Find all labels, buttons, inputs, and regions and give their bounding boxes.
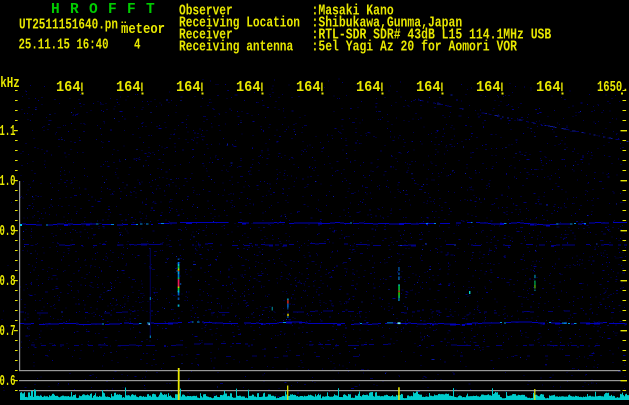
svg-text:164: 164 [176, 80, 201, 96]
svg-text:F: F [127, 2, 136, 18]
svg-text:164: 164 [416, 80, 441, 96]
svg-text:O: O [89, 2, 98, 18]
svg-text:R: R [70, 2, 79, 18]
svg-text:Receiving antenna: Receiving antenna [179, 40, 293, 56]
svg-text:1.0: 1.0 [0, 174, 15, 190]
svg-text:164: 164 [116, 80, 141, 96]
svg-text:164: 164 [56, 80, 81, 96]
svg-text:164: 164 [536, 80, 561, 96]
svg-text:164: 164 [476, 80, 501, 96]
svg-text:0.7: 0.7 [0, 324, 15, 340]
svg-text:164: 164 [236, 80, 261, 96]
svg-text:0.6: 0.6 [0, 374, 15, 390]
svg-text:H: H [51, 2, 60, 18]
svg-text:T: T [146, 2, 155, 18]
svg-text:0.9: 0.9 [0, 224, 15, 240]
svg-text:25.11.15 16:40: 25.11.15 16:40 [19, 38, 109, 54]
svg-text:164: 164 [296, 80, 321, 96]
svg-text:meteor: meteor [121, 22, 165, 38]
svg-text:kHz: kHz [0, 76, 20, 92]
svg-text::5el Yagi Az 20 for Aomori VOR: :5el Yagi Az 20 for Aomori VOR [312, 40, 518, 56]
svg-text:F: F [108, 2, 117, 18]
svg-text:1650.: 1650. [597, 80, 629, 96]
svg-text:1.1: 1.1 [0, 124, 16, 140]
svg-text:0.8: 0.8 [0, 274, 15, 290]
svg-text:UT2511151640.pn: UT2511151640.pn [19, 18, 118, 34]
svg-text:164: 164 [356, 80, 381, 96]
svg-text:4: 4 [134, 38, 141, 54]
